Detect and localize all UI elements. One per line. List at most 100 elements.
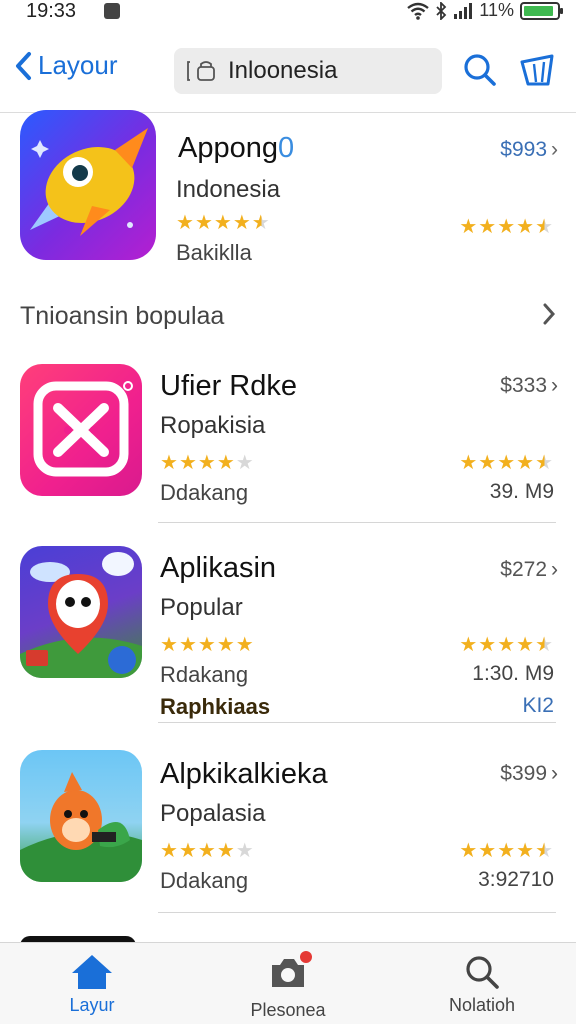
star-full: ★ [160, 634, 179, 656]
chevron-right-icon: › [551, 558, 558, 581]
status-bar: 19:33 11% [0, 0, 576, 28]
star-half: ★ [251, 212, 271, 234]
star-full: ★ [178, 634, 198, 656]
app-name: Aplikasin [160, 552, 277, 584]
notification-badge [300, 951, 312, 963]
star-full: ★ [160, 840, 179, 862]
featured-price: $993 [500, 138, 547, 161]
app-icon-1[interactable] [20, 364, 142, 496]
section-see-all-button[interactable] [542, 302, 556, 333]
back-label: Layour [38, 50, 118, 80]
fox-character-icon [20, 772, 142, 882]
nav-bar: Layour Inloonesia [0, 40, 576, 102]
app-row-1[interactable]: Ufier Rdke Ropakisia ★★★★★ Ddakang $333 … [0, 362, 576, 522]
app-rating-right: ★★★★★ [459, 450, 554, 475]
star-full: ★ [197, 452, 217, 474]
pin-character-icon [20, 552, 142, 678]
row-divider [158, 722, 556, 723]
app-name: Alpkikalkieka [160, 758, 328, 790]
bag-icon [187, 61, 215, 81]
star-full: ★ [216, 634, 236, 656]
app-row-2[interactable]: Aplikasin Popular ★★★★★ Rdakang Raphkiaa… [0, 544, 576, 722]
tab-label: Plesonea [250, 1000, 326, 1020]
star-full: ★ [235, 634, 255, 656]
price-button[interactable]: $272 › [500, 558, 558, 582]
star-empty: ★ [235, 840, 255, 862]
featured-app-subtitle: Indonesia [176, 176, 281, 203]
cart-icon[interactable] [518, 52, 558, 88]
tab-bar: Layur Plesonea Nolatioh [0, 942, 576, 1024]
home-icon [72, 955, 112, 989]
chevron-right-icon: › [551, 138, 558, 161]
featured-app-meta: Bakiklla [176, 240, 252, 265]
star-full: ★ [197, 634, 217, 656]
app-rating-left: ★★★★★ [160, 838, 255, 863]
app-rating-left: ★★★★★ [160, 450, 255, 475]
x-logo-icon [33, 381, 133, 477]
star-full: ★ [497, 840, 517, 862]
wifi-icon [407, 2, 430, 20]
star-half: ★ [535, 452, 554, 474]
app-name: Ufier Rdke [160, 370, 297, 402]
star-full: ★ [459, 634, 479, 656]
app-meta: Ddakang [160, 480, 249, 505]
featured-app-icon[interactable] [20, 110, 156, 260]
star-full: ★ [176, 212, 195, 234]
star-full: ★ [232, 212, 252, 234]
tab-search[interactable]: Nolatioh [412, 953, 552, 1016]
price-button[interactable]: $333 › [500, 374, 558, 398]
star-full: ★ [478, 216, 498, 238]
featured-rating-left: ★★★★★ [176, 210, 271, 235]
featured-price-button[interactable]: $993 › [500, 138, 558, 162]
search-icon [466, 956, 499, 989]
tab-home[interactable]: Layur [22, 953, 162, 1016]
status-time: 19:33 [26, 0, 77, 22]
chevron-right-icon: › [551, 374, 558, 397]
section-title: Tnioansin bopulaa [20, 302, 225, 330]
star-half: ★ [535, 216, 554, 238]
star-empty: ★ [235, 452, 255, 474]
star-full: ★ [160, 452, 179, 474]
star-full: ★ [459, 216, 479, 238]
tab-label: Layur [69, 995, 115, 1015]
star-full: ★ [516, 634, 536, 656]
search-icon[interactable] [462, 52, 498, 88]
star-full: ★ [478, 452, 498, 474]
chevron-right-icon: › [551, 762, 558, 785]
star-half: ★ [535, 840, 554, 862]
search-input[interactable]: Inloonesia [174, 48, 442, 94]
star-full: ★ [216, 840, 236, 862]
star-full: ★ [516, 840, 536, 862]
star-half: ★ [535, 634, 554, 656]
price-button[interactable]: $399 › [500, 762, 558, 786]
app-rating-left: ★★★★★ [160, 632, 255, 657]
app-extra-right: KI2 [522, 694, 554, 717]
tab-camera[interactable]: Plesonea [218, 951, 358, 1021]
app-icon-3[interactable] [20, 750, 142, 882]
app-icon-2[interactable] [20, 546, 142, 678]
back-button[interactable]: Layour [14, 50, 118, 81]
app-rating-right: ★★★★★ [459, 838, 554, 863]
star-full: ★ [216, 452, 236, 474]
star-full: ★ [213, 212, 233, 234]
battery-fill [524, 5, 553, 16]
signal-icon [454, 2, 473, 19]
star-full: ★ [178, 840, 198, 862]
row-divider [158, 912, 556, 913]
featured-app-name: Appong0 [178, 132, 295, 164]
app-price: $272 [500, 558, 547, 581]
app-row-3[interactable]: Alpkikalkieka Popalasia ★★★★★ Ddakang $3… [0, 748, 576, 914]
star-full: ★ [497, 452, 517, 474]
app-meta: Ddakang [160, 868, 249, 893]
star-full: ★ [516, 216, 536, 238]
star-full: ★ [459, 452, 479, 474]
star-full: ★ [497, 216, 517, 238]
app-size: 1:30. M9 [472, 662, 554, 685]
rocket-fish-icon [30, 128, 148, 236]
app-subtitle: Ropakisia [160, 412, 266, 439]
star-full: ★ [459, 840, 479, 862]
search-value: Inloonesia [228, 57, 338, 84]
bluetooth-icon [436, 1, 447, 20]
featured-app-row[interactable]: Appong0 Indonesia ★★★★★ Bakiklla $993 › … [0, 110, 576, 280]
app-size: 3:92710 [478, 868, 554, 891]
